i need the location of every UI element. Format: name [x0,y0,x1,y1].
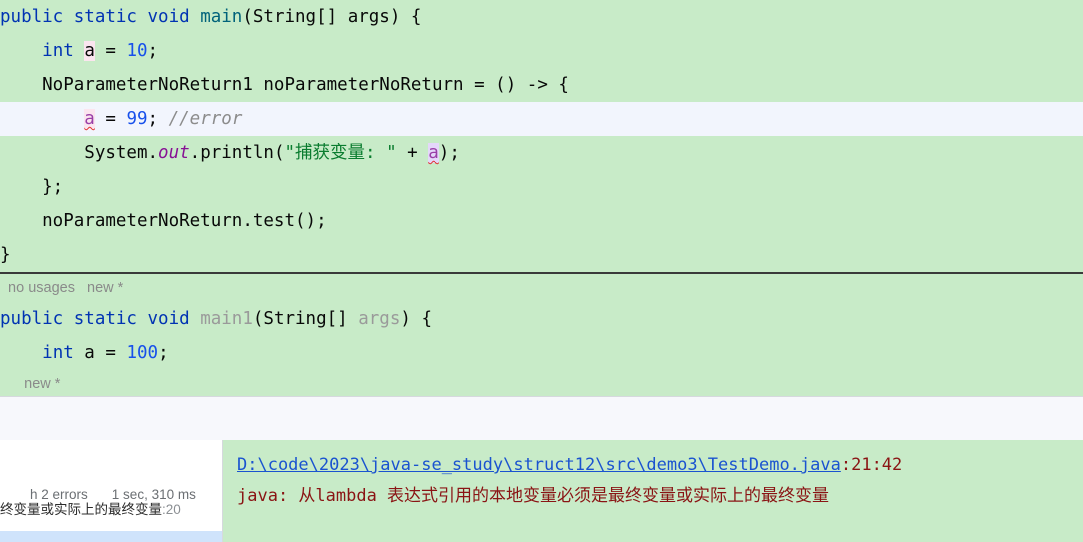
code-token: ; [147,41,159,61]
code-line[interactable]: public static void main(String[] args) { [0,0,1083,34]
editor-line-container: public static void main(String[] args) {… [0,0,1083,396]
code-token: ) { [400,309,432,329]
code-token: ; [158,343,169,363]
build-error-message: java: 从lambda 表达式引用的本地变量必须是最终变量或实际上的最终变量 [237,486,830,506]
code-token: public static void [0,7,201,27]
code-token: (String[] args) { [242,7,422,27]
code-token: a [84,41,95,61]
build-tree-pane[interactable]: h 2 errors 1 sec, 310 ms 终变量或实际上的最终变量:20 [0,440,223,542]
build-detail-pane: D:\code\2023\java-se_study\struct12\src\… [223,440,1083,542]
code-token: main1 [200,309,253,329]
code-token: = [94,109,127,129]
code-line[interactable]: System.out.println("捕获变量: " + a); [0,136,1083,170]
code-token: main [200,7,243,27]
build-tree-message-row[interactable]: 终变量或实际上的最终变量:20 [0,497,181,523]
build-tree-message-text: 终变量或实际上的最终变量 [0,502,162,517]
code-line[interactable]: a = 99; //error [0,102,1083,136]
code-token: a [428,143,439,163]
code-editor[interactable]: public static void main(String[] args) {… [0,0,1083,396]
code-line[interactable]: noParameterNoReturn.test(); [0,204,1083,238]
code-token: ; [147,109,169,129]
build-file-position: :21:42 [840,455,903,475]
code-token: = [94,41,127,61]
code-token: 10 [126,41,148,61]
build-output-panel: h 2 errors 1 sec, 310 ms 终变量或实际上的最终变量:20 … [0,440,1083,542]
build-detail-path-row: D:\code\2023\java-se_study\struct12\src\… [237,450,1083,480]
build-tree-selection-highlight [0,531,222,542]
code-token: .println( [189,143,285,163]
code-token: public static void [0,309,201,329]
code-token: (String[] [252,309,359,329]
code-line[interactable]: } [0,238,1083,272]
editor-panel-splitter[interactable] [0,396,1083,441]
code-token: } [0,245,11,265]
code-token: }; [0,177,64,197]
code-token: ); [438,143,460,163]
inlay-hint[interactable]: new * [0,370,1083,396]
code-token: int [42,41,74,61]
code-line[interactable]: int a = 10; [0,34,1083,68]
code-line[interactable]: }; [0,170,1083,204]
inlay-hint[interactable]: no usages new * [0,274,1083,302]
code-token: a [84,109,95,129]
code-token: //error [168,109,243,129]
code-line[interactable]: int a = 100; [0,336,1083,370]
code-token: noParameterNoReturn.test(); [0,211,327,231]
code-token: 100 [126,343,159,363]
code-token: out [158,143,190,163]
code-line[interactable]: NoParameterNoReturn1 noParameterNoReturn… [0,68,1083,102]
build-file-link[interactable]: D:\code\2023\java-se_study\struct12\src\… [237,455,841,475]
code-token: a = [73,343,127,363]
build-tree-message-line: :20 [162,502,181,517]
code-token: int [42,343,74,363]
build-summary-row: h 2 errors 1 sec, 310 ms [0,440,222,502]
ide-window: public static void main(String[] args) {… [0,0,1083,542]
code-token: NoParameterNoReturn1 noParameterNoReturn… [0,75,569,95]
code-line[interactable]: public static void main1(String[] args) … [0,302,1083,336]
code-token: System. [0,143,159,163]
code-token: args [358,309,401,329]
code-token: 99 [126,109,148,129]
code-token: + [396,143,429,163]
code-token: "捕获变量: " [284,143,397,163]
